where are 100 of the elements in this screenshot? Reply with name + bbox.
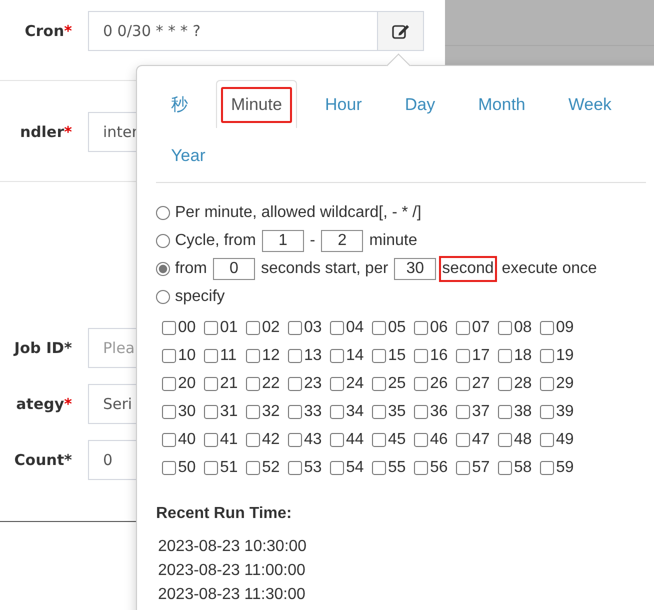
checkbox-label: 09 [556, 319, 574, 337]
checkbox[interactable] [456, 433, 470, 447]
checkbox-label: 25 [388, 375, 406, 393]
checkbox[interactable] [330, 405, 344, 419]
tab[interactable]: Year [156, 131, 220, 179]
checkbox[interactable] [330, 349, 344, 363]
checkbox-label: 20 [178, 375, 196, 393]
radio-button[interactable] [156, 234, 170, 248]
checkbox-label: 45 [388, 431, 406, 449]
checkbox[interactable] [288, 433, 302, 447]
checkbox[interactable] [204, 349, 218, 363]
number-field[interactable]: 1 [262, 230, 304, 252]
checkbox[interactable] [498, 433, 512, 447]
checkbox[interactable] [330, 321, 344, 335]
checkbox-label: 34 [346, 403, 364, 421]
checkbox[interactable] [540, 349, 554, 363]
checkbox[interactable] [246, 377, 260, 391]
field-label: Count [14, 451, 64, 469]
checkbox[interactable] [372, 377, 386, 391]
checkbox[interactable] [246, 321, 260, 335]
checkbox[interactable] [540, 461, 554, 475]
radio-button[interactable] [156, 262, 170, 276]
checkbox-label: 07 [472, 319, 490, 337]
checkbox[interactable] [204, 461, 218, 475]
text-field[interactable]: 0 0/30 * * * ? [88, 11, 378, 51]
checkbox-label: 23 [304, 375, 322, 393]
run-time: 2023-08-23 10:30:00 [158, 537, 308, 556]
checkbox[interactable] [372, 433, 386, 447]
checkbox-label: 43 [304, 431, 322, 449]
option-text: seconds start, per [260, 259, 390, 279]
checkbox[interactable] [372, 321, 386, 335]
checkbox[interactable] [540, 405, 554, 419]
checkbox[interactable] [498, 461, 512, 475]
checkbox[interactable] [540, 433, 554, 447]
field-label: Cron [24, 22, 64, 40]
required-mark: * [64, 451, 72, 469]
number-field[interactable]: 0 [213, 258, 255, 280]
checkbox[interactable] [162, 377, 176, 391]
number-field[interactable]: 30 [394, 258, 436, 280]
field-label: ndler [20, 123, 64, 141]
checkbox[interactable] [162, 349, 176, 363]
checkbox[interactable] [162, 461, 176, 475]
radio-button[interactable] [156, 206, 170, 220]
checkbox[interactable] [162, 433, 176, 447]
checkbox[interactable] [162, 405, 176, 419]
tab[interactable]: Month [463, 80, 540, 128]
checkbox[interactable] [498, 377, 512, 391]
checkbox[interactable] [456, 377, 470, 391]
radio-button[interactable] [156, 290, 170, 304]
checkbox[interactable] [330, 433, 344, 447]
checkbox[interactable] [330, 461, 344, 475]
checkbox[interactable] [246, 433, 260, 447]
checkbox[interactable] [540, 321, 554, 335]
tab[interactable]: Minute [216, 80, 298, 128]
checkbox[interactable] [456, 405, 470, 419]
tab[interactable]: Hour [310, 80, 377, 128]
checkbox[interactable] [414, 321, 428, 335]
checkbox[interactable] [414, 405, 428, 419]
checkbox[interactable] [372, 405, 386, 419]
checkbox[interactable] [288, 321, 302, 335]
checkbox[interactable] [414, 433, 428, 447]
checkbox[interactable] [330, 377, 344, 391]
checkbox[interactable] [414, 461, 428, 475]
tab[interactable]: Day [390, 80, 450, 128]
checkbox[interactable] [204, 433, 218, 447]
checkbox[interactable] [498, 349, 512, 363]
tab[interactable]: 秒 [156, 80, 203, 128]
checkbox-label: 08 [514, 319, 532, 337]
checkbox[interactable] [498, 405, 512, 419]
checkbox[interactable] [288, 377, 302, 391]
checkbox-label: 06 [430, 319, 448, 337]
checkbox[interactable] [372, 461, 386, 475]
checkbox[interactable] [456, 349, 470, 363]
checkbox[interactable] [204, 377, 218, 391]
checkbox-label: 12 [262, 347, 280, 365]
edit-button[interactable] [378, 11, 424, 51]
option-text: execute once [500, 259, 598, 279]
checkbox[interactable] [162, 321, 176, 335]
checkbox[interactable] [372, 349, 386, 363]
checkbox[interactable] [288, 349, 302, 363]
checkbox[interactable] [414, 349, 428, 363]
checkbox[interactable] [246, 461, 260, 475]
checkbox[interactable] [540, 377, 554, 391]
checkbox-label: 00 [178, 319, 196, 337]
checkbox[interactable] [414, 377, 428, 391]
checkbox[interactable] [246, 405, 260, 419]
checkbox[interactable] [288, 405, 302, 419]
checkbox[interactable] [204, 321, 218, 335]
checkbox[interactable] [498, 321, 512, 335]
checkbox[interactable] [456, 321, 470, 335]
checkbox[interactable] [288, 461, 302, 475]
checkbox-label: 24 [346, 375, 364, 393]
option-text: specify [174, 287, 226, 307]
tab[interactable]: Week [553, 80, 627, 128]
checkbox[interactable] [204, 405, 218, 419]
checkbox[interactable] [456, 461, 470, 475]
number-field[interactable]: 2 [321, 230, 364, 252]
checkbox-label: 47 [472, 431, 490, 449]
checkbox-label: 51 [220, 459, 238, 477]
checkbox[interactable] [246, 349, 260, 363]
